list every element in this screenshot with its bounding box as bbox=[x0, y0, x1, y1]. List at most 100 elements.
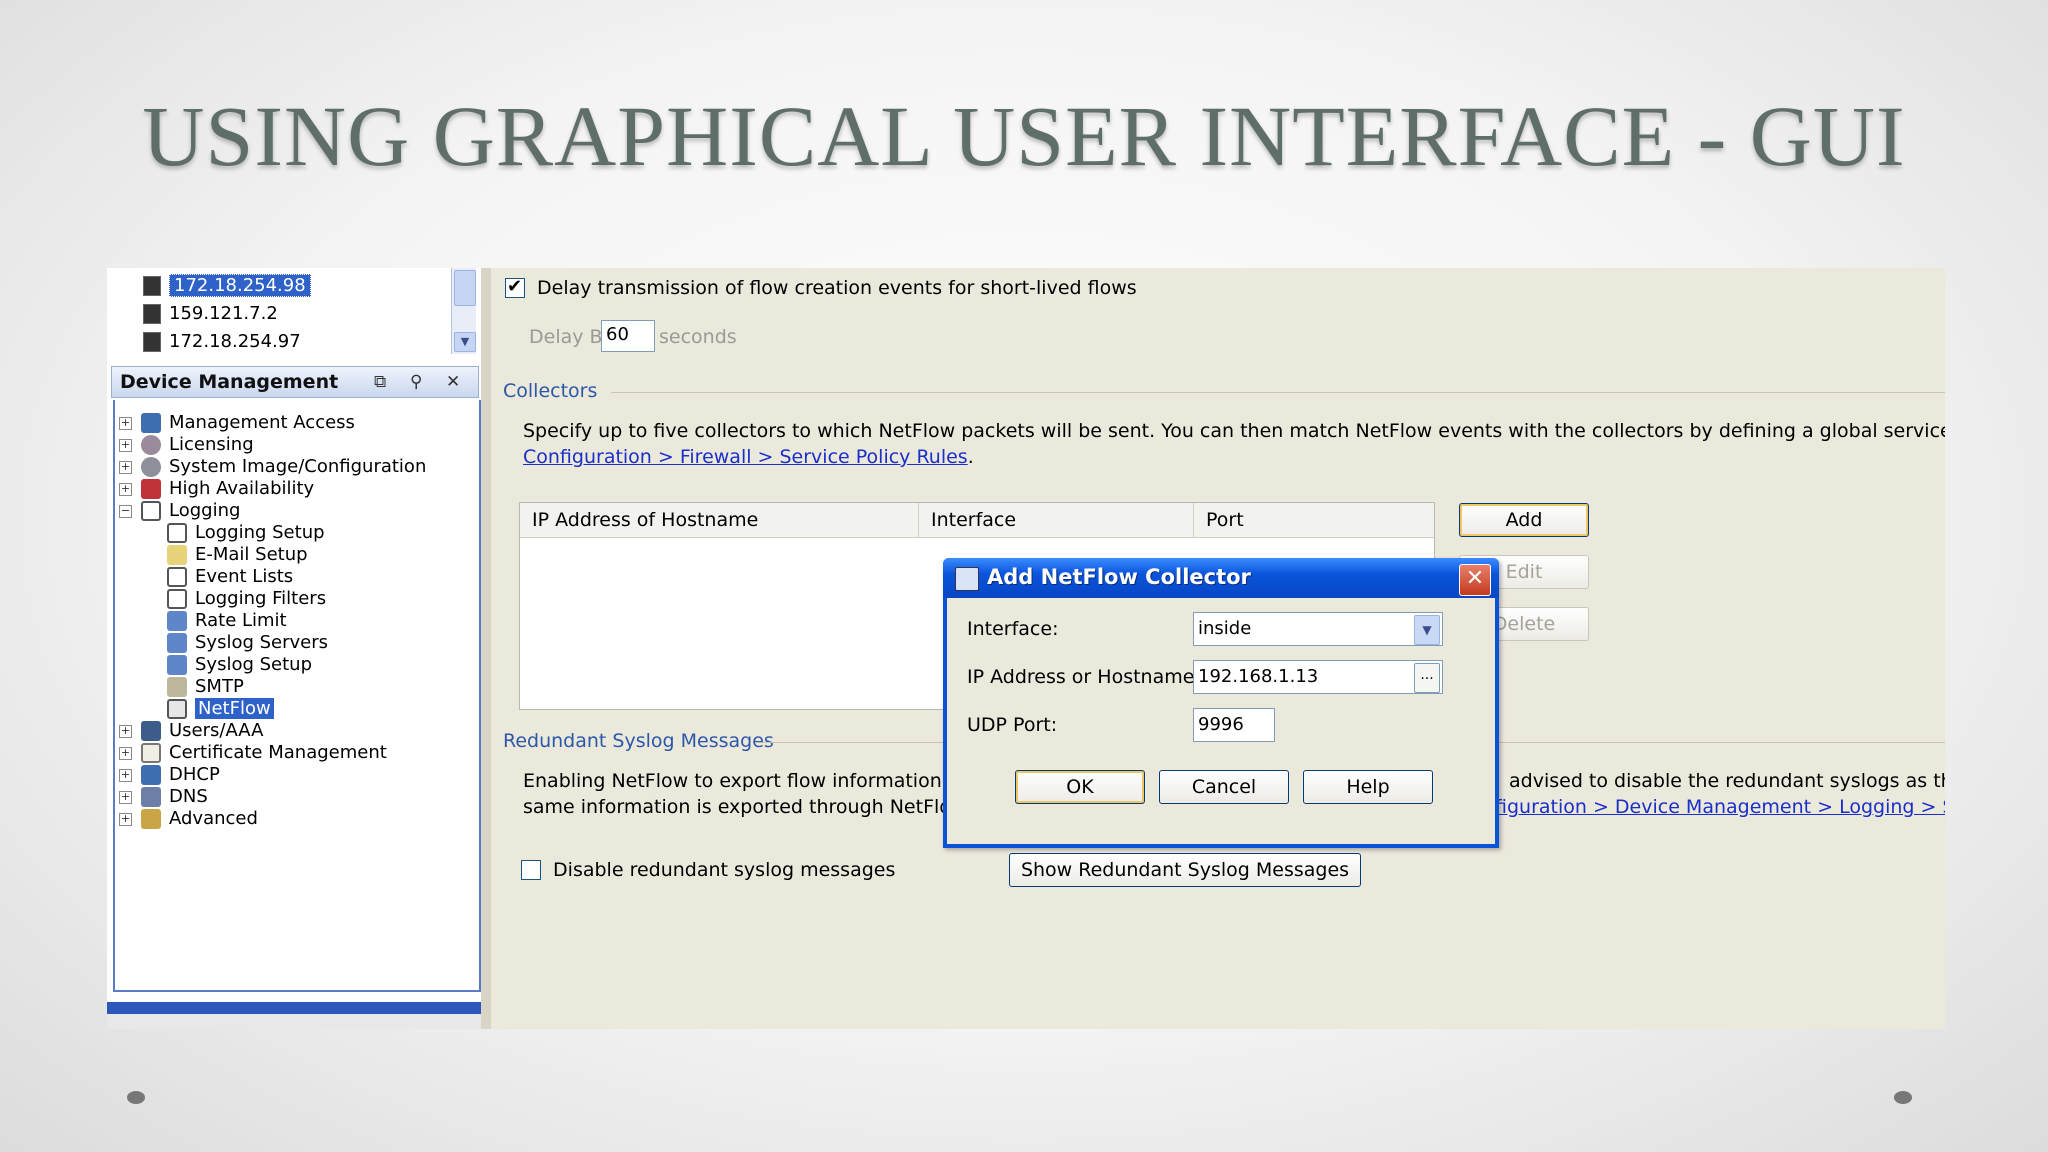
tree-item-label: Logging bbox=[169, 500, 241, 521]
users-aaa-icon bbox=[141, 721, 161, 741]
close-icon[interactable]: ✕ bbox=[446, 367, 460, 397]
device-management-tree: + Management Access + Licensing + System… bbox=[113, 400, 481, 992]
help-button[interactable]: Help bbox=[1303, 770, 1433, 804]
management-access-icon bbox=[141, 413, 161, 433]
device-icon bbox=[143, 304, 161, 324]
ok-button[interactable]: OK bbox=[1015, 770, 1145, 804]
tree-item-label: E-Mail Setup bbox=[195, 544, 308, 565]
ip-hostname-label: IP Address or Hostname: bbox=[967, 666, 1201, 688]
cancel-button[interactable]: Cancel bbox=[1159, 770, 1289, 804]
browse-button[interactable]: ... bbox=[1414, 663, 1440, 693]
host-label: 172.18.254.97 bbox=[169, 331, 301, 352]
collectors-description: Specify up to five collectors to which N… bbox=[523, 420, 1945, 442]
expand-icon[interactable]: + bbox=[119, 791, 132, 804]
expand-icon[interactable]: + bbox=[119, 461, 132, 474]
host-list: 172.18.254.98 159.121.7.2 172.18.254.97 bbox=[113, 268, 453, 358]
logging-filters-icon bbox=[167, 589, 187, 609]
tree-item-label: DHCP bbox=[169, 764, 220, 785]
redundant-description-line1: Enabling NetFlow to export flow informat… bbox=[523, 770, 978, 792]
host-list-scrollbar[interactable]: ▼ bbox=[451, 268, 476, 354]
tree-item-label: Rate Limit bbox=[195, 610, 287, 631]
ip-hostname-input[interactable]: 192.168.1.13 ... bbox=[1193, 660, 1443, 694]
close-icon[interactable]: ✕ bbox=[1459, 564, 1491, 596]
collapse-icon[interactable]: − bbox=[119, 505, 132, 518]
expand-icon[interactable]: + bbox=[119, 483, 132, 496]
dialog-titlebar[interactable]: Add NetFlow Collector ✕ bbox=[943, 558, 1499, 598]
netflow-icon bbox=[167, 699, 187, 719]
expand-icon[interactable]: + bbox=[119, 417, 132, 430]
tree-item-label: Advanced bbox=[169, 808, 258, 829]
tree-item-label: Logging Filters bbox=[195, 588, 327, 609]
event-lists-icon bbox=[167, 567, 187, 587]
dialog-app-icon bbox=[955, 567, 979, 591]
host-item[interactable]: 172.18.254.98 bbox=[143, 273, 311, 299]
tree-item-label: SMTP bbox=[195, 676, 244, 697]
link-suffix: . bbox=[967, 446, 974, 468]
delay-by-unit: seconds bbox=[659, 326, 737, 348]
service-policy-rules-link[interactable]: Configuration > Firewall > Service Polic… bbox=[523, 446, 968, 468]
syslog-servers-icon bbox=[167, 633, 187, 653]
redundant-syslog-section-header: Redundant Syslog Messages bbox=[503, 730, 774, 752]
smtp-icon bbox=[167, 677, 187, 697]
logging-setup-icon bbox=[167, 523, 187, 543]
dns-icon bbox=[141, 787, 161, 807]
tree-item-label: System Image/Configuration bbox=[169, 456, 427, 477]
show-redundant-syslog-button[interactable]: Show Redundant Syslog Messages bbox=[1009, 853, 1361, 887]
expand-icon[interactable]: + bbox=[119, 725, 132, 738]
pin-icon[interactable]: ⚲ bbox=[410, 367, 422, 397]
udp-port-label: UDP Port: bbox=[967, 714, 1058, 736]
udp-port-input[interactable]: 9996 bbox=[1193, 708, 1275, 742]
chevron-down-icon[interactable]: ▼ bbox=[1414, 615, 1440, 645]
scroll-thumb[interactable] bbox=[454, 270, 476, 306]
section-divider bbox=[611, 392, 1945, 393]
disable-redundant-checkbox[interactable] bbox=[521, 859, 541, 880]
tree-item-label: Certificate Management bbox=[169, 742, 387, 763]
column-header-port[interactable]: Port bbox=[1194, 503, 1434, 537]
host-label: 159.121.7.2 bbox=[169, 303, 278, 324]
expand-icon[interactable]: + bbox=[119, 769, 132, 782]
system-image-icon bbox=[141, 457, 161, 477]
column-header-interface[interactable]: Interface bbox=[919, 503, 1194, 537]
tree-item-label: Syslog Setup bbox=[195, 654, 313, 675]
host-item[interactable]: 172.18.254.97 bbox=[143, 329, 301, 355]
slide-title: USING GRAPHICAL USER INTERFACE - GUI bbox=[142, 88, 1906, 184]
panel-footer bbox=[107, 1014, 481, 1029]
device-management-header: Device Management ⧉ ⚲ ✕ bbox=[111, 366, 479, 398]
host-label: 172.18.254.98 bbox=[169, 274, 311, 297]
tree-item-label: Logging Setup bbox=[195, 522, 325, 543]
column-header-ip[interactable]: IP Address of Hostname bbox=[520, 503, 919, 537]
tree-item-label: Users/AAA bbox=[169, 720, 264, 741]
tree-item-label: DNS bbox=[169, 786, 208, 807]
tree-item-label: NetFlow bbox=[195, 698, 274, 719]
email-setup-icon bbox=[167, 545, 187, 565]
asdm-screenshot: 172.18.254.98 159.121.7.2 172.18.254.97 … bbox=[107, 268, 1945, 1029]
delay-checkbox[interactable] bbox=[505, 276, 525, 298]
delay-by-input[interactable]: 60 bbox=[601, 320, 655, 352]
interface-select[interactable]: inside ▼ bbox=[1193, 612, 1443, 646]
dialog-body: Interface: inside ▼ IP Address or Hostna… bbox=[947, 598, 1495, 844]
disable-redundant-row[interactable]: Disable redundant syslog messages bbox=[521, 858, 895, 881]
syslog-settings-link[interactable]: figuration > Device Management > Logging… bbox=[1495, 796, 1945, 818]
expand-icon[interactable]: + bbox=[119, 747, 132, 760]
panel-title: Device Management bbox=[120, 371, 339, 393]
expand-icon[interactable]: + bbox=[119, 439, 132, 452]
add-button[interactable]: Add bbox=[1459, 503, 1589, 537]
slide-decoration-dot bbox=[127, 1091, 145, 1104]
panel-divider[interactable] bbox=[481, 268, 491, 1029]
chevron-down-icon[interactable]: ▼ bbox=[454, 332, 476, 352]
logging-icon bbox=[141, 501, 161, 521]
float-icon[interactable]: ⧉ bbox=[374, 367, 386, 397]
panel-splitter[interactable] bbox=[107, 1002, 481, 1014]
table-header: IP Address of Hostname Interface Port bbox=[520, 503, 1434, 538]
certificate-icon bbox=[141, 743, 161, 763]
host-item[interactable]: 159.121.7.2 bbox=[143, 301, 278, 327]
device-icon bbox=[143, 276, 161, 296]
tree-item-label: High Availability bbox=[169, 478, 315, 499]
add-netflow-collector-dialog: Add NetFlow Collector ✕ Interface: insid… bbox=[943, 558, 1499, 848]
expand-icon[interactable]: + bbox=[119, 813, 132, 826]
delay-checkbox-row[interactable]: Delay transmission of flow creation even… bbox=[505, 276, 1137, 299]
dhcp-icon bbox=[141, 765, 161, 785]
tree-item-label: Syslog Servers bbox=[195, 632, 329, 653]
syslog-setup-icon bbox=[167, 655, 187, 675]
left-panel: 172.18.254.98 159.121.7.2 172.18.254.97 … bbox=[107, 268, 481, 1029]
